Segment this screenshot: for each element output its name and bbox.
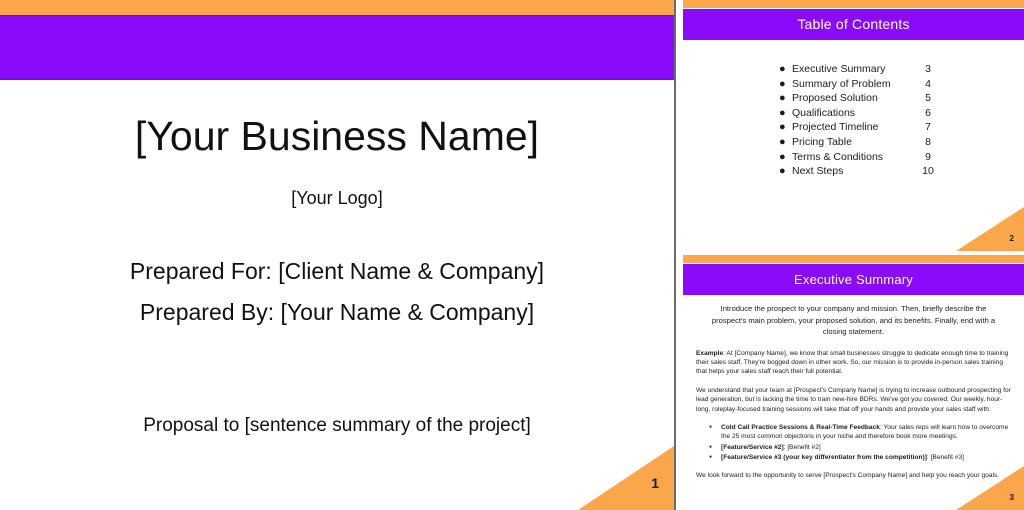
page-number-corner: 2 — [956, 207, 1024, 251]
toc-entry-label: Qualifications — [792, 106, 856, 119]
toc-orange-band — [683, 0, 1024, 8]
toc-list: ● Executive Summary 3 ● Summary of Probl… — [683, 62, 1024, 179]
cover-content: [Your Business Name] [Your Logo] Prepare… — [0, 78, 674, 510]
toc-header-title: Table of Contents — [797, 16, 910, 32]
exec-intro-paragraph: Introduce the prospect to your company a… — [711, 304, 996, 336]
page-executive-summary: Executive Summary Introduce the prospect… — [683, 255, 1024, 510]
toc-entry-label: Projected Timeline — [792, 121, 879, 134]
exec-benefits-list: Cold Call Practice Sessions & Real-Time … — [696, 423, 1011, 463]
toc-purple-band: Table of Contents — [683, 9, 1024, 40]
toc-entry-page: 6 — [925, 106, 931, 119]
exec-example-paragraph: Example: At [Company Name], we know that… — [696, 349, 1011, 377]
benefit-detail: : [Benefit #3] — [926, 454, 964, 462]
list-item[interactable]: ● Executive Summary 3 — [683, 62, 1024, 77]
toc-entry-page: 5 — [925, 92, 931, 105]
page-table-of-contents: Table of Contents ● Executive Summary 3 … — [683, 0, 1024, 251]
page-number-corner: 1 — [578, 446, 674, 510]
bullet-icon: ● — [779, 121, 786, 134]
bullet-icon: ● — [779, 150, 786, 163]
list-item[interactable]: ● Projected Timeline 7 — [683, 120, 1024, 135]
toc-entry-page: 7 — [925, 121, 931, 134]
page-cover: [Your Business Name] [Your Logo] Prepare… — [0, 0, 676, 510]
list-item: [Feature/Service #2]: [Benefit #2] — [709, 443, 1011, 453]
bullet-icon: ● — [779, 77, 786, 90]
bullet-icon: ● — [779, 135, 786, 148]
exec-header-title: Executive Summary — [794, 272, 913, 287]
exec-purple-band: Executive Summary — [683, 264, 1024, 295]
toc-entry-page: 10 — [922, 165, 934, 178]
list-item[interactable]: ● Qualifications 6 — [683, 106, 1024, 121]
page-number-corner: 3 — [956, 466, 1024, 510]
benefit-title: Cold Call Practice Sessions & Real-Time … — [721, 423, 880, 431]
document-viewer: [Your Business Name] [Your Logo] Prepare… — [0, 0, 1024, 510]
page-number: 3 — [1009, 493, 1014, 502]
page-number: 2 — [1009, 234, 1014, 243]
exec-example-text: : At [Company Name], we know that small … — [696, 349, 1009, 376]
bullet-icon: ● — [779, 165, 786, 178]
benefit-title: [Feature/Service #2] — [721, 443, 784, 451]
logo-placeholder: [Your Logo] — [291, 188, 383, 208]
list-item[interactable]: ● Summary of Problem 4 — [683, 77, 1024, 92]
toc-entry-label: Terms & Conditions — [792, 150, 884, 163]
toc-entry-label: Executive Summary — [792, 63, 886, 75]
list-item[interactable]: ● Terms & Conditions 9 — [683, 150, 1024, 165]
list-item: [Feature/Service #3 (your key differenti… — [709, 453, 1011, 463]
toc-entry-page: 4 — [925, 77, 931, 90]
page-gutter — [676, 0, 683, 510]
benefit-title: [Feature/Service #3 (your key differenti… — [721, 454, 927, 462]
page-number: 1 — [651, 475, 659, 491]
exec-understanding-paragraph: We understand that your team at [Prospec… — [696, 386, 1011, 413]
proposal-summary-line: Proposal to [sentence summary of the pro… — [143, 415, 531, 436]
page-title: [Your Business Name] — [134, 113, 540, 159]
exec-orange-band — [683, 255, 1024, 263]
bullet-icon: ● — [779, 92, 786, 105]
toc-entry-page: 3 — [925, 63, 931, 75]
list-item: Cold Call Practice Sessions & Real-Time … — [709, 423, 1011, 442]
bullet-icon: ● — [779, 63, 786, 75]
list-item[interactable]: ● Next Steps 10 — [683, 164, 1024, 179]
toc-entry-label: Next Steps — [792, 165, 844, 178]
list-item[interactable]: ● Proposed Solution 5 — [683, 91, 1024, 106]
prepared-for-line: Prepared For: [Client Name & Company] — [129, 258, 545, 284]
corner-triangle-icon — [956, 466, 1024, 510]
corner-triangle-icon — [956, 207, 1024, 251]
toc-entry-page: 9 — [925, 150, 931, 163]
toc-entry-label: Proposed Solution — [792, 92, 878, 105]
toc-entry-page: 8 — [925, 135, 931, 148]
prepared-by-line: Prepared By: [Your Name & Company] — [139, 299, 535, 325]
cover-purple-band — [0, 15, 674, 80]
list-item[interactable]: ● Pricing Table 8 — [683, 135, 1024, 150]
bullet-icon: ● — [779, 106, 786, 119]
toc-entry-label: Pricing Table — [792, 135, 852, 148]
toc-entry-label: Summary of Problem — [792, 77, 891, 90]
corner-triangle-icon — [578, 446, 674, 510]
cover-orange-band — [0, 0, 674, 15]
exec-example-label: Example — [696, 349, 724, 357]
benefit-detail: : [Benefit #2] — [783, 443, 821, 451]
